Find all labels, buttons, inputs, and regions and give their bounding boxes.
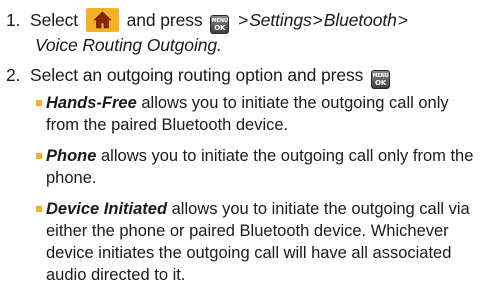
step-number: 2.: [6, 65, 21, 85]
bullet-square-icon: [36, 100, 42, 106]
option-list: Hands-Free allows you to initiate the ou…: [36, 92, 478, 295]
bullet-square-icon: [36, 206, 42, 212]
step-2: 2. Select an outgoing routing option and …: [6, 64, 476, 89]
path-separator: >: [312, 10, 323, 30]
bullet-square-icon: [36, 153, 42, 159]
option-term: Phone: [46, 147, 97, 165]
step-text-select: Select: [30, 10, 79, 30]
list-item: Phone allows you to initiate the outgoin…: [36, 145, 478, 189]
home-icon: [85, 8, 119, 32]
list-item: Hands-Free allows you to initiate the ou…: [36, 92, 478, 136]
menu-ok-key-icon: MENU OK: [210, 15, 230, 34]
path-voice-routing-outgoing: Voice Routing Outgoing.: [35, 35, 222, 55]
step-text-and-press: and press: [126, 10, 203, 30]
key-bottom-label: OK: [214, 24, 226, 32]
step-1: 1. Select and press MENU OK >Settings>Blu…: [6, 8, 476, 57]
option-term: Device Initiated: [46, 200, 168, 218]
path-separator: >: [397, 10, 408, 30]
option-term: Hands-Free: [46, 94, 137, 112]
instruction-page: 1. Select and press MENU OK >Settings>Blu…: [0, 0, 482, 302]
option-description: allows you to initiate the outgoing call…: [46, 147, 474, 187]
path-bluetooth: Bluetooth: [323, 10, 397, 30]
list-item: Device Initiated allows you to initiate …: [36, 198, 478, 286]
step-number: 1.: [6, 10, 21, 30]
menu-ok-key-icon: MENU OK: [371, 70, 391, 89]
key-bottom-label: OK: [374, 79, 387, 87]
path-separator: >: [238, 10, 249, 30]
step-2-text: Select an outgoing routing option and pr…: [30, 65, 364, 85]
path-settings: Settings: [249, 10, 312, 30]
